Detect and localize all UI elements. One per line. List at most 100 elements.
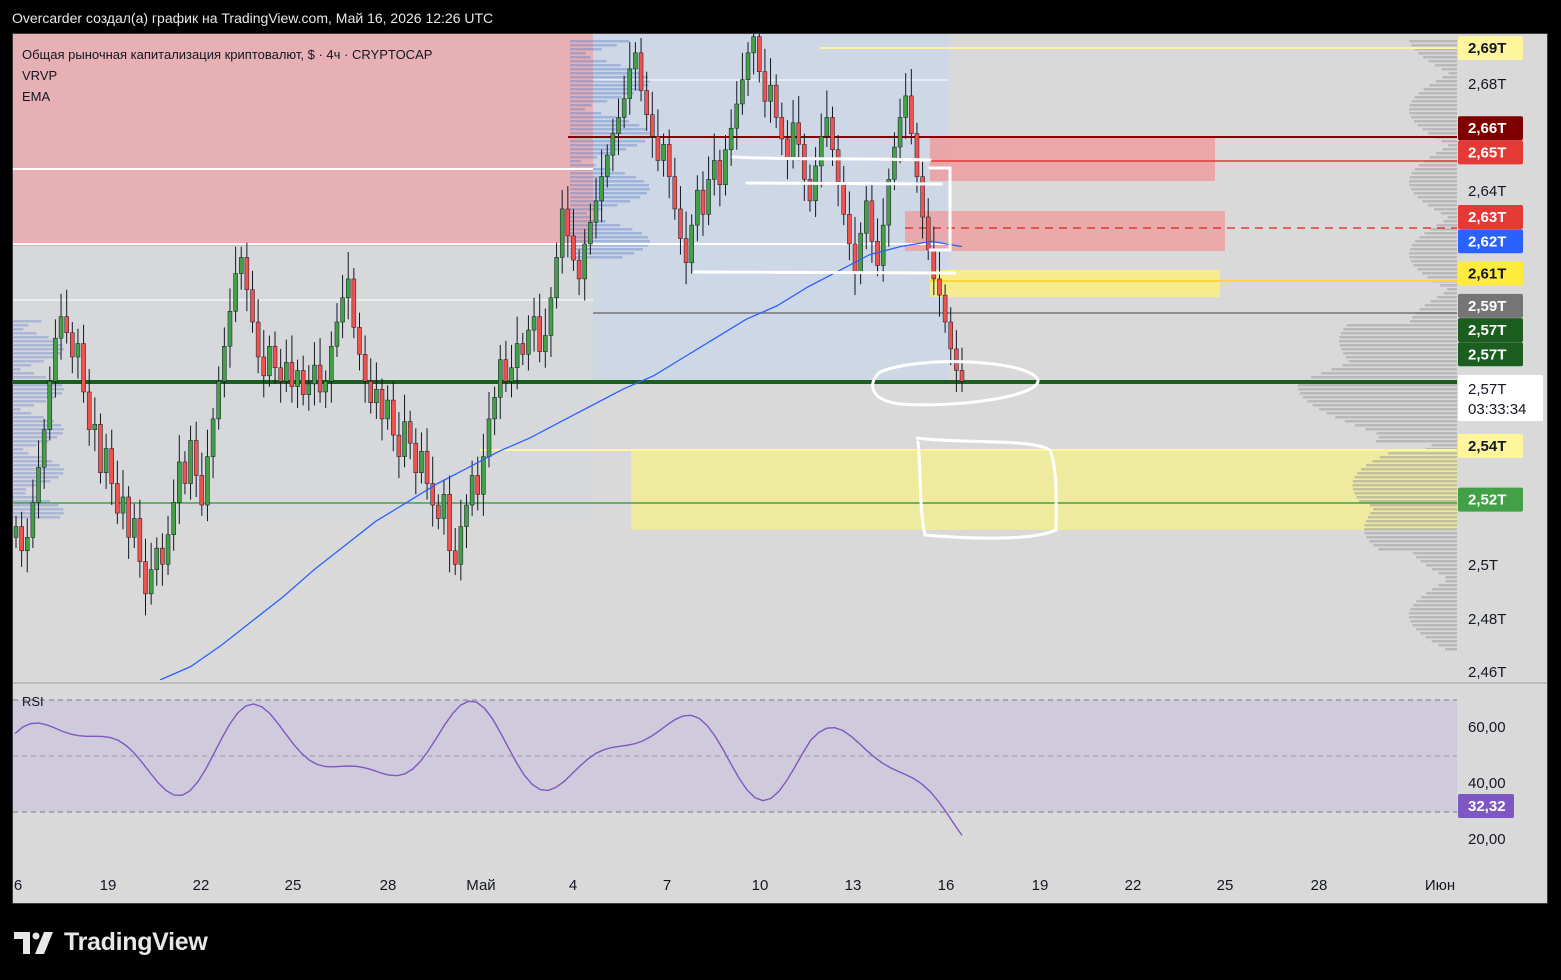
volume-profile-bar bbox=[1376, 432, 1457, 435]
price-badge-label: 2,66T bbox=[1468, 120, 1506, 137]
candle-up bbox=[92, 424, 98, 430]
tradingview-logo[interactable]: TradingView bbox=[14, 928, 208, 957]
volume-profile-bar bbox=[13, 436, 58, 439]
volume-profile-bar bbox=[1427, 276, 1457, 279]
volume-profile-bar bbox=[13, 432, 63, 435]
volume-profile-bar bbox=[1448, 72, 1457, 75]
candle-down bbox=[244, 257, 250, 290]
volume-profile-bar bbox=[1369, 504, 1457, 507]
volume-profile-bar bbox=[1378, 548, 1457, 551]
volume-profile-bar bbox=[1429, 84, 1457, 87]
volume-profile-bar bbox=[1442, 76, 1457, 79]
volume-profile-bar bbox=[1331, 368, 1457, 371]
volume-profile-bar bbox=[1311, 376, 1457, 379]
volume-profile-bar bbox=[1429, 156, 1457, 159]
candle-down bbox=[571, 235, 576, 261]
candle-up bbox=[695, 189, 700, 226]
volume-profile-bar bbox=[1447, 288, 1457, 291]
candle-up bbox=[706, 179, 711, 215]
volume-profile-bar bbox=[1441, 140, 1457, 143]
volume-profile-bar bbox=[1410, 260, 1457, 263]
volume-profile-bar bbox=[1372, 460, 1457, 463]
candle-down bbox=[272, 345, 278, 369]
volume-profile-bar bbox=[13, 392, 62, 395]
time-tick-label: Июн bbox=[1425, 877, 1455, 894]
rsi-pane[interactable] bbox=[13, 699, 1457, 836]
volume-profile-bar bbox=[1364, 532, 1457, 535]
volume-profile-bar bbox=[1440, 212, 1457, 215]
candle-up bbox=[548, 297, 554, 336]
volume-profile-bar bbox=[13, 400, 47, 403]
price-badge-label: 2,57T bbox=[1468, 346, 1506, 363]
price-tick-label: 2,46T bbox=[1468, 664, 1506, 681]
volume-profile-bar bbox=[1357, 472, 1457, 475]
volume-profile-bar bbox=[1307, 400, 1457, 403]
volume-profile-bar bbox=[1414, 96, 1457, 99]
volume-profile-bar bbox=[1409, 184, 1457, 187]
candle-up bbox=[897, 117, 903, 148]
candle-down bbox=[503, 359, 509, 382]
bar-countdown: 03:33:34 bbox=[1468, 401, 1526, 418]
volume-profile-bar bbox=[1378, 436, 1457, 439]
symbol-title[interactable]: Общая рыночная капитализация криптовалют… bbox=[22, 44, 432, 65]
volume-profile-bar bbox=[1431, 640, 1457, 643]
volume-profile-bar bbox=[1321, 372, 1457, 375]
price-badge: 2,63T bbox=[1458, 205, 1523, 230]
candle-down bbox=[937, 278, 942, 296]
volume-profile-bar bbox=[1343, 328, 1457, 331]
volume-profile-bar bbox=[570, 96, 622, 99]
volume-profile-bar bbox=[1339, 336, 1457, 339]
volume-profile-bar bbox=[1354, 424, 1457, 427]
candle-up bbox=[216, 380, 221, 420]
volume-profile-bar bbox=[1426, 592, 1457, 595]
candle-down bbox=[796, 122, 801, 145]
volume-profile-bar bbox=[13, 456, 42, 459]
volume-profile-bar bbox=[13, 492, 26, 495]
candle-up bbox=[531, 316, 537, 331]
time-tick-label: 28 bbox=[380, 877, 397, 894]
volume-profile-bar bbox=[570, 212, 587, 215]
indicator-vrvp[interactable]: VRVP bbox=[22, 65, 432, 86]
candle-down bbox=[847, 214, 852, 245]
volume-profile-bar bbox=[1353, 488, 1457, 491]
candle-down bbox=[683, 238, 689, 264]
volume-profile-bar bbox=[1369, 540, 1457, 543]
volume-profile-bar bbox=[1409, 176, 1457, 179]
volume-profile-bar bbox=[1412, 604, 1457, 607]
time-axis[interactable]: 6 19 22 25 28 Май 4 7 10 13 16 19 22 25 28 Июн bbox=[14, 877, 1455, 894]
volume-profile-bar bbox=[1373, 508, 1457, 511]
time-tick-label: 19 bbox=[100, 877, 117, 894]
volume-profile-bar bbox=[1434, 64, 1457, 67]
indicator-ema[interactable]: EMA bbox=[22, 86, 432, 107]
volume-profile-bar bbox=[570, 164, 596, 167]
candle-down bbox=[830, 117, 835, 150]
candle-down bbox=[368, 380, 373, 404]
candle-up bbox=[492, 397, 497, 420]
price-chart[interactable]: 2,68T 2,64T 2,5T 2,48T 2,46T 2,69T 2,66T 2,65T… bbox=[0, 0, 1561, 980]
volume-profile-bar bbox=[13, 328, 24, 331]
volume-profile-bar bbox=[1411, 172, 1457, 175]
candle-up bbox=[171, 502, 176, 535]
volume-profile-bar bbox=[570, 68, 633, 71]
candle-down bbox=[785, 138, 790, 159]
time-tick-label: 13 bbox=[845, 877, 862, 894]
tradingview-logo-icon bbox=[14, 931, 53, 954]
volume-profile-bar bbox=[1417, 268, 1457, 271]
volume-profile-bar bbox=[1342, 364, 1457, 367]
candle-up bbox=[284, 362, 289, 382]
volume-profile-bar bbox=[570, 60, 607, 63]
volume-profile-bar bbox=[1424, 232, 1457, 235]
volume-profile-bar bbox=[1344, 420, 1457, 423]
volume-profile-bar bbox=[13, 372, 35, 375]
volume-profile-bar bbox=[13, 424, 61, 427]
candle-down bbox=[255, 321, 261, 358]
volume-profile-bar bbox=[1411, 44, 1457, 47]
volume-profile-bar bbox=[570, 156, 598, 159]
volume-profile-bar bbox=[1418, 52, 1457, 55]
volume-profile-bar bbox=[1347, 324, 1457, 327]
volume-profile-bar bbox=[1373, 544, 1457, 547]
volume-profile-bar bbox=[1345, 356, 1457, 359]
volume-profile-bar bbox=[1303, 396, 1457, 399]
volume-profile-bar bbox=[1359, 500, 1457, 503]
volume-profile-bar bbox=[570, 128, 647, 131]
